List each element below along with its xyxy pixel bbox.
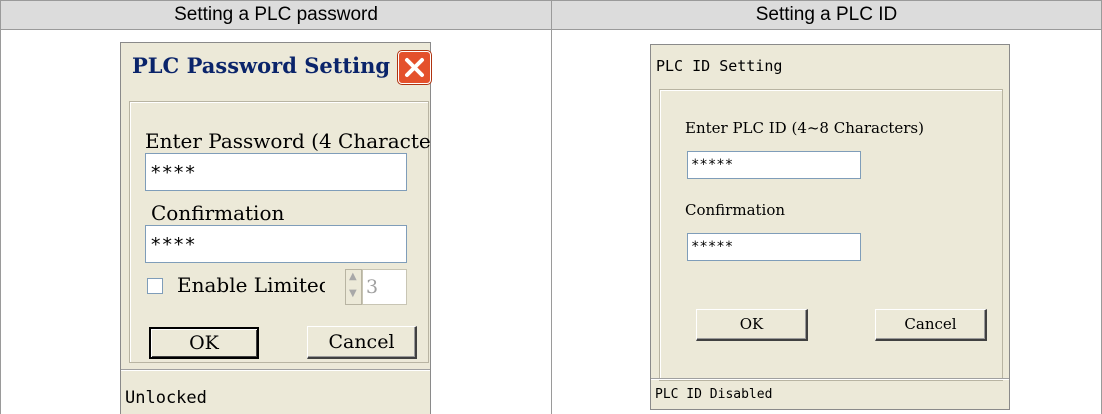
close-icon [405, 58, 424, 77]
confirmation-label: Confirmation [151, 201, 285, 225]
confirmation-field[interactable]: **** [145, 225, 407, 263]
cancel-button-label: Cancel [328, 331, 395, 353]
confirmation-field[interactable]: ***** [687, 233, 861, 261]
password-field[interactable]: **** [145, 153, 407, 191]
status-bar: Unlocked [121, 369, 430, 414]
column-header-password: Setting a PLC password [0, 0, 552, 30]
enable-limited-checkbox[interactable] [147, 278, 163, 294]
confirmation-label: Confirmation [685, 201, 786, 219]
status-text: PLC ID Disabled [655, 387, 773, 402]
close-button[interactable] [398, 51, 431, 84]
plc-id-prompt-label: Enter PLC ID (4~8 Characters) [685, 119, 924, 137]
cancel-button[interactable]: Cancel [307, 326, 417, 359]
ok-button[interactable]: OK [696, 309, 808, 341]
enable-limited-label: Enable Limited Times [177, 273, 325, 297]
spin-up-icon: ▲ [349, 271, 357, 282]
ok-button-label: OK [739, 315, 764, 333]
spin-down-icon: ▼ [349, 288, 357, 299]
plc-id-dialog: PLC ID Setting Enter PLC ID (4~8 Charact… [650, 44, 1010, 410]
column-header-plc-id: Setting a PLC ID [551, 0, 1102, 30]
limit-value-field[interactable]: 3 [362, 269, 407, 305]
status-bar: PLC ID Disabled [651, 378, 1009, 409]
dialog-title: PLC Password Setting [132, 53, 391, 78]
plc-password-dialog: PLC Password Setting Enter Password (4 C… [120, 42, 431, 414]
dialog-titlebar: PLC Password Setting [121, 43, 431, 93]
ok-button-label: OK [189, 332, 219, 354]
password-prompt-label: Enter Password (4 Characters) [145, 129, 431, 153]
cancel-button[interactable]: Cancel [875, 309, 987, 341]
status-text: Unlocked [125, 388, 207, 408]
dialog-titlebar: PLC ID Setting [651, 45, 1009, 89]
limit-spinner[interactable]: ▲ ▼ [345, 269, 362, 305]
dialog-title: PLC ID Setting [656, 57, 783, 75]
ok-button[interactable]: OK [149, 327, 259, 359]
cancel-button-label: Cancel [904, 315, 957, 333]
plc-id-field[interactable]: ***** [687, 151, 861, 179]
